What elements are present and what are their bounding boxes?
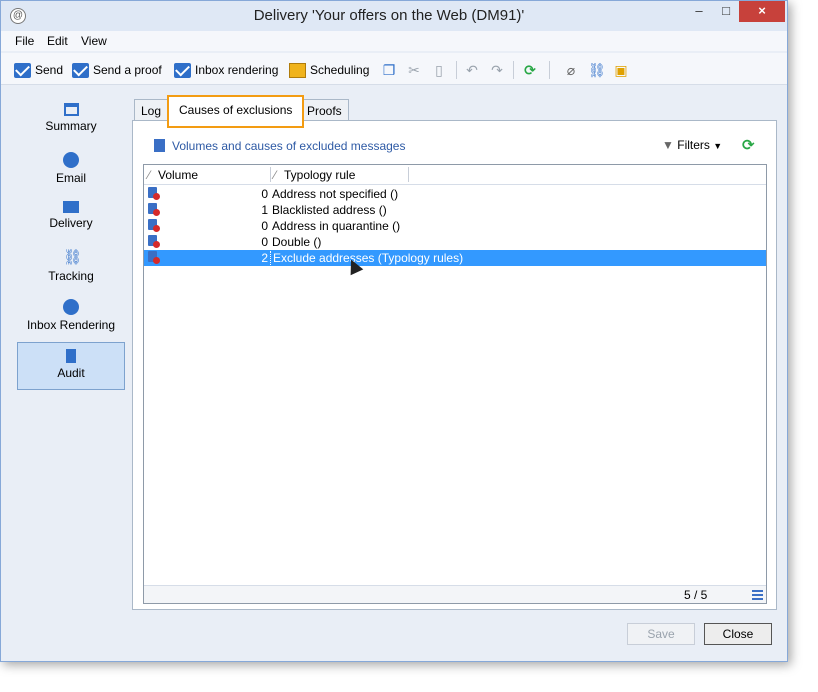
exclusion-doc-icon: [154, 139, 165, 152]
close-window-button[interactable]: ×: [739, 1, 785, 22]
sidebar-item-email[interactable]: Email: [17, 146, 125, 194]
refresh-icon[interactable]: ⟳: [522, 62, 538, 78]
row-volume: 1: [261, 203, 268, 217]
menu-view[interactable]: View: [81, 34, 107, 48]
envelope-icon: [14, 62, 31, 78]
globe-icon: [63, 299, 79, 315]
sidebar-item-label: Summary: [45, 119, 97, 133]
column-typology-rule[interactable]: Typology rule: [284, 168, 355, 182]
gift-icon[interactable]: ▣: [613, 62, 629, 78]
delivery-window: @ Delivery 'Your offers on the Web (DM91…: [0, 0, 788, 662]
toolbar: Send Send a proof Inbox rendering Schedu…: [1, 53, 787, 85]
panel-title: Volumes and causes of excluded messages: [172, 139, 406, 153]
table-row[interactable]: 0 Double (): [144, 234, 766, 250]
refresh-list-icon[interactable]: ⟳: [742, 136, 755, 154]
sidebar-item-summary[interactable]: Summary: [17, 97, 125, 145]
sidebar-item-label: Tracking: [48, 269, 94, 283]
close-button[interactable]: Close: [704, 623, 772, 645]
sidebar-item-tracking[interactable]: ⛓ Tracking: [17, 244, 125, 292]
chevron-down-icon: ▼: [713, 141, 723, 151]
envelope-check-icon: [72, 62, 89, 78]
scheduling-button[interactable]: Scheduling: [289, 61, 369, 79]
toolbar-separator: [513, 61, 514, 79]
delivery-icon: [63, 201, 79, 213]
send-proof-label: Send a proof: [93, 63, 162, 77]
grid-header: ⁄ Volume ⁄ Typology rule: [144, 165, 766, 185]
list-options-icon[interactable]: [752, 590, 763, 600]
link-icon[interactable]: ⛓: [588, 62, 606, 78]
menu-edit[interactable]: Edit: [47, 34, 68, 48]
tab-causes-of-exclusions[interactable]: Causes of exclusions: [167, 95, 305, 128]
row-rule: Address not specified (): [272, 187, 399, 201]
inbox-rendering-label: Inbox rendering: [195, 63, 279, 77]
scheduling-label: Scheduling: [310, 63, 370, 77]
sidebar-item-inbox-rendering[interactable]: Inbox Rendering: [17, 293, 125, 341]
row-rule: Double (): [272, 235, 322, 249]
tab-log[interactable]: Log: [134, 99, 169, 121]
row-volume: 0: [261, 187, 268, 201]
sidebar-item-label: Audit: [57, 366, 85, 380]
tab-proofs[interactable]: Proofs: [300, 99, 349, 121]
sort-icon: ⁄: [148, 168, 151, 182]
inbox-rendering-icon: [174, 62, 191, 78]
funnel-icon: ▼: [662, 138, 674, 152]
calendar-icon: [289, 62, 306, 78]
save-button[interactable]: Save: [627, 623, 695, 645]
table-row[interactable]: 1 Blacklisted address (): [144, 202, 766, 218]
send-proof-button[interactable]: Send a proof: [72, 61, 162, 79]
row-rule: Address in quarantine (): [272, 219, 401, 233]
send-button[interactable]: Send: [14, 61, 63, 79]
row-rule: Exclude addresses (Typology rules): [270, 251, 463, 265]
sidebar: Summary Email Delivery ⛓ Tracking Inbox …: [15, 95, 127, 395]
copy-icon[interactable]: ❐: [381, 62, 397, 78]
maximize-button[interactable]: □: [713, 1, 739, 22]
grid-footer: 5 / 5: [144, 585, 766, 603]
record-count: 5 / 5: [684, 588, 708, 602]
sidebar-item-label: Delivery: [49, 216, 93, 230]
toolbar-separator: [549, 61, 550, 79]
table-row[interactable]: 0 Address not specified (): [144, 186, 766, 202]
sidebar-item-audit[interactable]: Audit: [17, 342, 125, 390]
table-row-selected[interactable]: 2 Exclude addresses (Typology rules): [144, 250, 766, 266]
table-row[interactable]: 0 Address in quarantine (): [144, 218, 766, 234]
redo-icon[interactable]: ↷: [489, 62, 505, 78]
undo-icon[interactable]: ↶: [464, 62, 480, 78]
panel-header: Volumes and causes of excluded messages …: [142, 134, 768, 158]
email-icon: [63, 152, 79, 168]
summary-icon: [63, 103, 79, 116]
column-separator[interactable]: [408, 167, 409, 182]
sort-icon: ⁄: [274, 168, 277, 182]
window-title: Delivery 'Your offers on the Web (DM91)': [253, 7, 525, 24]
row-volume: 2: [261, 251, 268, 265]
paste-icon[interactable]: ▯: [431, 62, 447, 78]
filters-dropdown[interactable]: ▼ Filters ▼: [662, 138, 722, 152]
send-label: Send: [35, 63, 64, 77]
menu-bar: File Edit View: [1, 31, 787, 51]
sidebar-item-label: Inbox Rendering: [26, 318, 116, 332]
sidebar-item-delivery[interactable]: Delivery: [17, 195, 125, 243]
attachment-icon[interactable]: ⌀: [563, 62, 579, 78]
row-volume: 0: [261, 219, 268, 233]
minimize-button[interactable]: –: [685, 1, 713, 22]
sidebar-item-label: Email: [55, 171, 86, 185]
menu-file[interactable]: File: [15, 34, 34, 48]
exclusions-grid: ⁄ Volume ⁄ Typology rule 0 Address not s…: [143, 164, 767, 604]
row-rule: Blacklisted address (): [272, 203, 387, 217]
tracking-icon: ⛓: [63, 249, 83, 266]
audit-icon: [66, 349, 76, 363]
column-separator[interactable]: [270, 167, 271, 182]
filters-label: Filters: [677, 138, 710, 152]
column-volume[interactable]: Volume: [158, 168, 198, 182]
inbox-rendering-button[interactable]: Inbox rendering: [174, 61, 278, 79]
title-bar[interactable]: @ Delivery 'Your offers on the Web (DM91…: [1, 1, 787, 31]
cut-icon[interactable]: ✂: [406, 62, 422, 78]
row-volume: 0: [261, 235, 268, 249]
toolbar-separator: [456, 61, 457, 79]
